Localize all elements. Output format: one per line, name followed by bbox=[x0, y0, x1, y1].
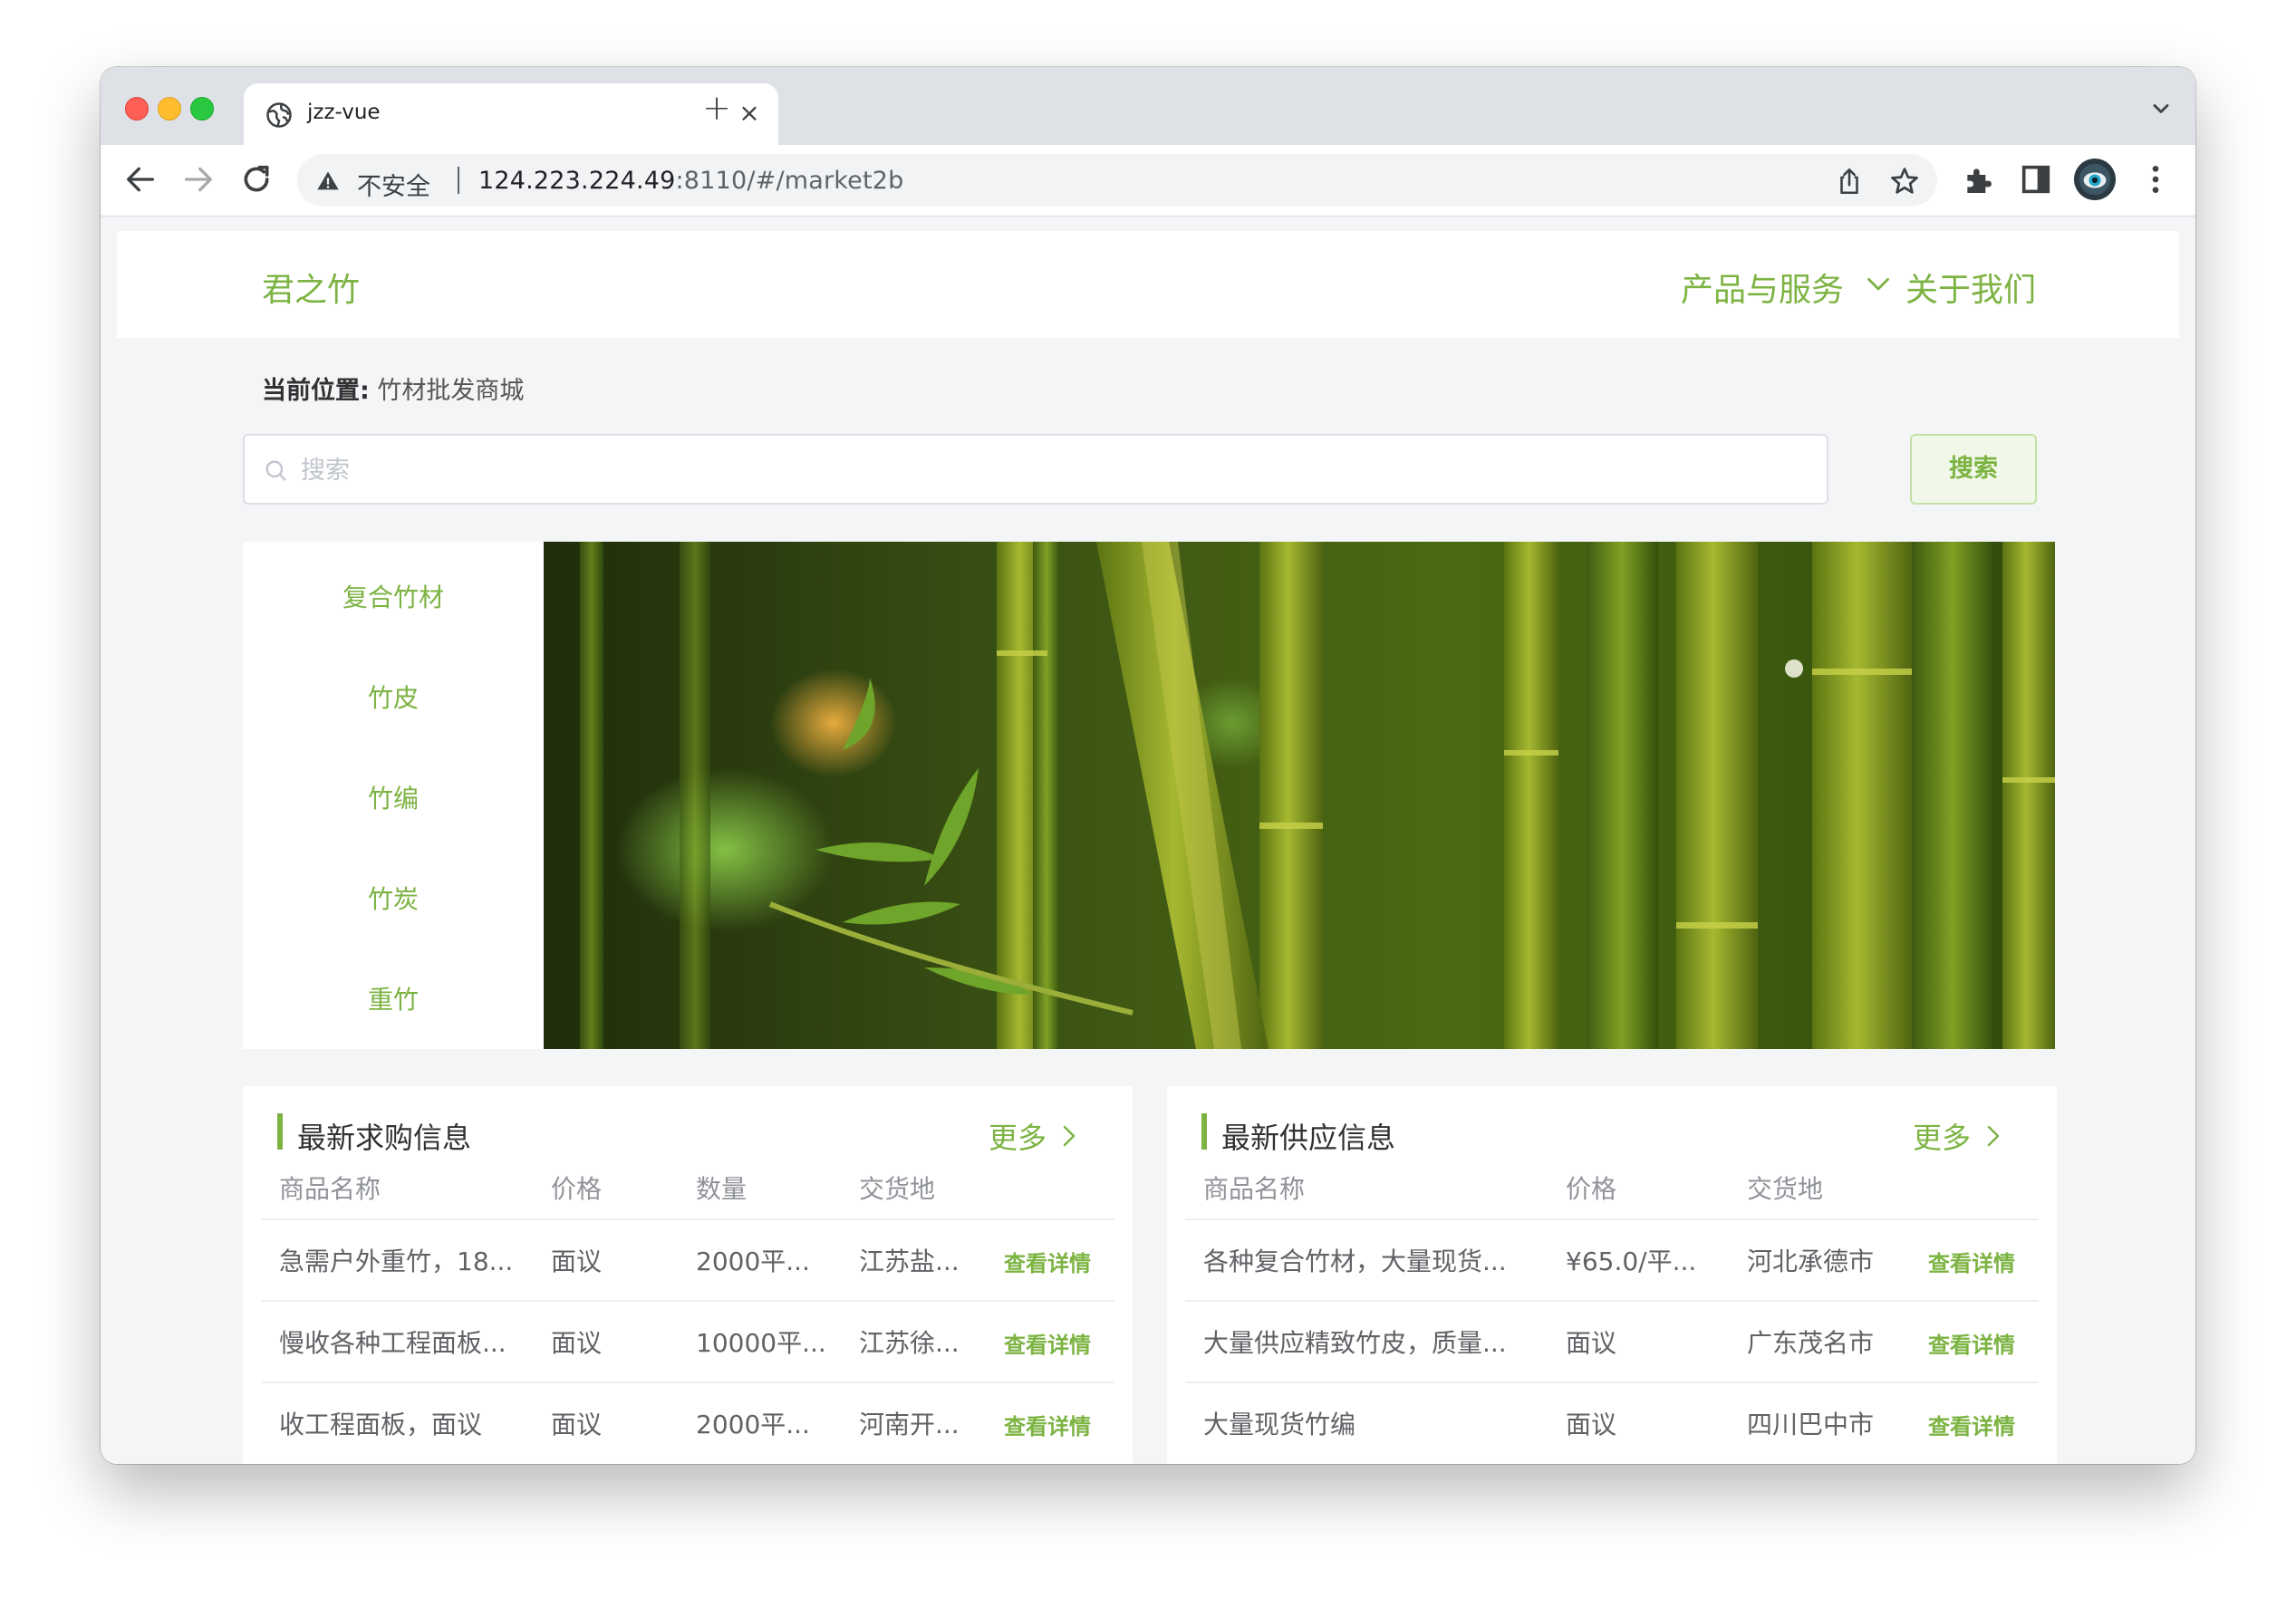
zoom-window-button[interactable] bbox=[190, 97, 214, 120]
cell-quantity: 10000平... bbox=[696, 1328, 826, 1358]
cell-price: 面议 bbox=[551, 1328, 603, 1358]
cell-place: 广东茂名市 bbox=[1747, 1328, 1875, 1358]
card-accent-bar bbox=[277, 1113, 283, 1150]
cell-name: 急需户外重竹，18... bbox=[279, 1247, 514, 1276]
category-item-composite-bamboo[interactable]: 复合竹材 bbox=[243, 578, 544, 614]
supply-info-card: 最新供应信息 更多 商品名称 价格 交货地 各种复合竹材，大量现货... ¥65… bbox=[1167, 1086, 2057, 1464]
chevron-down-icon[interactable] bbox=[2148, 96, 2174, 121]
card-accent-bar bbox=[1201, 1113, 1207, 1150]
cell-price: 面议 bbox=[551, 1410, 603, 1439]
browser-toolbar: 不安全 124.223.224.49:8110/#/market2b bbox=[101, 145, 2195, 217]
chevron-right-icon[interactable] bbox=[1060, 1124, 1078, 1148]
view-details-link[interactable]: 查看详情 bbox=[1928, 1246, 2015, 1277]
cell-price: 面议 bbox=[1566, 1328, 1617, 1358]
url-path: :8110/#/market2b bbox=[675, 167, 904, 195]
search-button[interactable]: 搜索 bbox=[1910, 434, 2037, 505]
view-details-link[interactable]: 查看详情 bbox=[1004, 1327, 1091, 1359]
row-divider bbox=[261, 1381, 1114, 1383]
cell-quantity: 2000平... bbox=[696, 1247, 810, 1276]
star-icon[interactable] bbox=[1888, 165, 1921, 197]
warning-icon[interactable] bbox=[315, 168, 341, 194]
cell-place: 河南开... bbox=[859, 1410, 960, 1439]
tab-title: jzz-vue bbox=[307, 101, 381, 124]
view-details-link[interactable]: 查看详情 bbox=[1928, 1327, 2015, 1359]
category-item-bamboo-weave[interactable]: 竹编 bbox=[243, 779, 544, 815]
site-header: 君之竹 产品与服务 关于我们 bbox=[117, 231, 2179, 338]
column-header: 商品名称 bbox=[279, 1174, 381, 1204]
breadcrumb: 当前位置: 竹材批发商城 bbox=[262, 371, 524, 406]
search-icon bbox=[265, 460, 286, 481]
cell-place: 江苏徐... bbox=[859, 1328, 960, 1358]
cell-place: 四川巴中市 bbox=[1747, 1410, 1875, 1439]
banner-image[interactable] bbox=[544, 542, 2055, 1049]
back-arrow-icon[interactable] bbox=[122, 161, 159, 197]
cell-place: 江苏盐... bbox=[859, 1247, 960, 1276]
cell-name: 大量供应精致竹皮，质量... bbox=[1203, 1328, 1507, 1358]
nav-products-services[interactable]: 产品与服务 bbox=[1681, 264, 1844, 311]
view-details-link[interactable]: 查看详情 bbox=[1004, 1246, 1091, 1277]
view-details-link[interactable]: 查看详情 bbox=[1928, 1409, 2015, 1440]
category-menu: 复合竹材 竹皮 竹编 竹炭 重竹 bbox=[243, 542, 544, 1049]
url-text[interactable]: 124.223.224.49:8110/#/market2b bbox=[478, 167, 903, 195]
breadcrumb-label: 当前位置: bbox=[262, 377, 370, 405]
globe-icon bbox=[266, 102, 292, 128]
address-bar[interactable]: 不安全 124.223.224.49:8110/#/market2b bbox=[297, 154, 1937, 207]
purchase-more-link[interactable]: 更多 bbox=[989, 1115, 1047, 1157]
kebab-menu-icon[interactable] bbox=[2137, 161, 2174, 197]
column-header: 商品名称 bbox=[1203, 1174, 1306, 1204]
extensions-icon[interactable] bbox=[1960, 161, 1996, 197]
avatar[interactable] bbox=[2074, 159, 2116, 200]
category-item-heavy-bamboo[interactable]: 重竹 bbox=[243, 980, 544, 1016]
url-host: 124.223.224.49 bbox=[478, 167, 676, 195]
chevron-right-icon[interactable] bbox=[1984, 1124, 2002, 1148]
brand-logo[interactable]: 君之竹 bbox=[262, 264, 360, 311]
column-header: 价格 bbox=[551, 1174, 603, 1204]
search-box[interactable] bbox=[243, 434, 1828, 505]
column-header: 交货地 bbox=[1747, 1174, 1824, 1204]
purchase-card-title: 最新求购信息 bbox=[297, 1121, 472, 1155]
close-window-button[interactable] bbox=[125, 97, 149, 120]
tab-close-button[interactable]: × bbox=[735, 97, 764, 130]
category-item-bamboo-charcoal[interactable]: 竹炭 bbox=[243, 880, 544, 916]
address-divider bbox=[458, 167, 459, 194]
column-header: 价格 bbox=[1566, 1174, 1617, 1204]
row-divider bbox=[261, 1218, 1114, 1220]
row-divider bbox=[1185, 1218, 2039, 1220]
supply-card-title: 最新供应信息 bbox=[1221, 1121, 1396, 1155]
row-divider bbox=[1185, 1300, 2039, 1302]
chevron-down-icon[interactable] bbox=[1866, 273, 1891, 294]
purchase-info-card: 最新求购信息 更多 商品名称 价格 数量 交货地 急需户外重竹，18... 面议… bbox=[243, 1086, 1133, 1464]
forward-arrow-icon[interactable] bbox=[180, 161, 217, 197]
cell-quantity: 2000平... bbox=[696, 1410, 810, 1439]
new-tab-button[interactable]: + bbox=[699, 91, 735, 127]
sidepanel-icon[interactable] bbox=[2018, 161, 2054, 197]
row-divider bbox=[261, 1300, 1114, 1302]
column-header: 交货地 bbox=[859, 1174, 936, 1204]
cell-price: 面议 bbox=[1566, 1410, 1617, 1439]
reload-icon[interactable] bbox=[238, 161, 275, 197]
cell-place: 河北承德市 bbox=[1747, 1247, 1875, 1276]
browser-window: jzz-vue × + 不安全 124.223.224.49:8110/#/ma… bbox=[101, 67, 2195, 1464]
page-viewport: 君之竹 产品与服务 关于我们 当前位置: 竹材批发商城 搜索 复合竹材 竹皮 竹… bbox=[101, 217, 2195, 1464]
cell-name: 慢收各种工程面板... bbox=[279, 1328, 506, 1358]
cell-name: 收工程面板，面议 bbox=[279, 1410, 483, 1439]
cell-name: 大量现货竹编 bbox=[1203, 1410, 1356, 1439]
cell-price: 面议 bbox=[551, 1247, 603, 1276]
supply-more-link[interactable]: 更多 bbox=[1913, 1115, 1971, 1157]
search-input[interactable] bbox=[299, 438, 1807, 503]
tab-strip: jzz-vue × + bbox=[101, 67, 2195, 145]
view-details-link[interactable]: 查看详情 bbox=[1004, 1409, 1091, 1440]
security-label[interactable]: 不安全 bbox=[357, 167, 430, 202]
cell-name: 各种复合竹材，大量现货... bbox=[1203, 1247, 1507, 1276]
category-item-bamboo-skin[interactable]: 竹皮 bbox=[243, 679, 544, 715]
breadcrumb-current: 竹材批发商城 bbox=[377, 377, 525, 405]
column-header: 数量 bbox=[696, 1174, 748, 1204]
cell-price: ¥65.0/平... bbox=[1566, 1247, 1697, 1276]
nav-about-us[interactable]: 关于我们 bbox=[1905, 264, 2036, 311]
minimize-window-button[interactable] bbox=[158, 97, 181, 120]
row-divider bbox=[1185, 1381, 2039, 1383]
share-icon[interactable] bbox=[1834, 166, 1865, 197]
